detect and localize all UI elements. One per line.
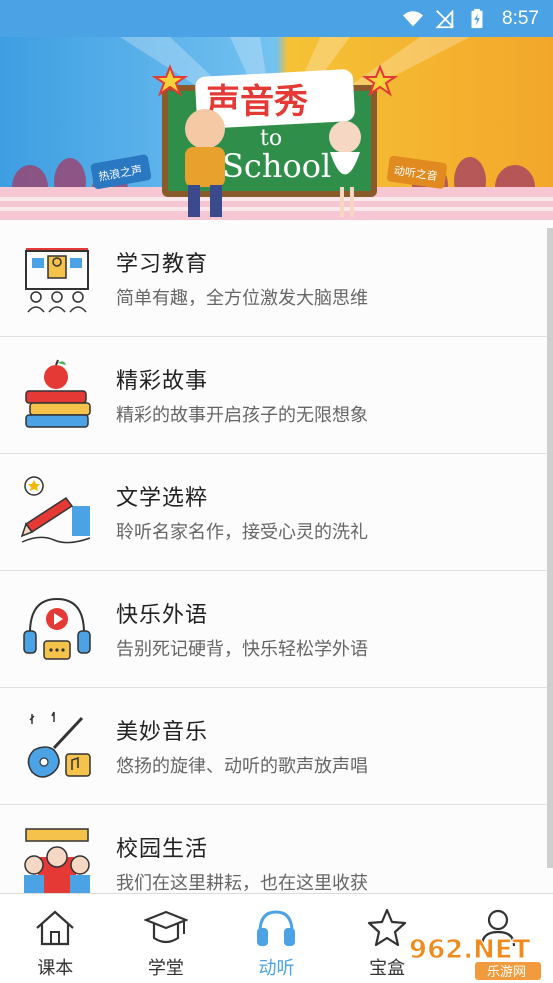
list-item-campus[interactable]: 校园生活 我们在这里耕耘，也在这里收获 [0,805,553,893]
item-subtitle: 聆听名家名作，接受心灵的洗礼 [116,522,368,543]
tab-listen[interactable]: 动听 [221,894,332,983]
house-icon [36,910,75,946]
list-item-music[interactable]: 美妙音乐 悠扬的旋律、动听的歌声放声唱 [0,688,553,805]
svg-text:962.NET: 962.NET [409,935,531,965]
svg-text:乐游网: 乐游网 [487,965,526,980]
books-apple-icon [25,359,91,428]
no-signal-icon [435,8,454,28]
star-icon [367,908,407,947]
banner-title: 声音秀 [206,82,308,122]
item-title: 学习教育 [116,252,209,277]
board-text-school: School [222,147,331,185]
pen-writing-icon [20,476,91,544]
battery-charging-icon [471,8,483,28]
tab-textbook[interactable]: 课本 [0,894,111,983]
headphones-icon [257,910,296,946]
item-title: 文学选粹 [116,486,209,511]
banner-illustration: to School 声音秀 热浪之声 动听之音 [0,37,553,220]
list-item-languages[interactable]: 快乐外语 告别死记硬背，快乐轻松学外语 [0,571,553,688]
status-bar: 8:57 [0,0,553,37]
headphones-play-icon [23,597,91,660]
classroom-icon [25,248,89,313]
tab-school[interactable]: 学堂 [111,894,222,983]
tab-label: 宝盒 [369,958,406,979]
tab-label: 学堂 [147,958,184,979]
graduation-cap-icon [143,910,188,944]
students-icon [24,828,90,893]
tab-label: 动听 [258,958,295,979]
list-item-stories[interactable]: 精彩故事 精彩的故事开启孩子的无限想象 [0,337,553,454]
banner-carousel[interactable]: to School 声音秀 热浪之声 动听之音 [0,37,553,220]
guitar-icon [27,711,91,778]
item-subtitle: 告别死记硬背，快乐轻松学外语 [116,639,368,660]
item-subtitle: 精彩的故事开启孩子的无限想象 [116,405,368,426]
status-time: 8:57 [502,7,539,29]
tab-label: 课本 [37,958,74,979]
item-title: 精彩故事 [116,369,209,394]
category-list: 学习教育 简单有趣，全方位激发大脑思维 精彩故事 精彩的故事开启孩子的无限想象 … [0,220,553,893]
item-title: 校园生活 [116,837,209,862]
item-title: 快乐外语 [116,603,209,628]
wifi-icon [402,10,424,26]
item-subtitle: 简单有趣，全方位激发大脑思维 [116,288,368,309]
site-watermark-logo: 962.NET 乐游网 [409,935,541,980]
list-item-literature[interactable]: 文学选粹 聆听名家名作，接受心灵的洗礼 [0,454,553,571]
list-item-learning[interactable]: 学习教育 简单有趣，全方位激发大脑思维 [0,220,553,337]
item-subtitle: 悠扬的旋律、动听的歌声放声唱 [116,756,368,777]
item-subtitle: 我们在这里耕耘，也在这里收获 [116,873,368,893]
item-title: 美妙音乐 [116,720,209,745]
list-scrollbar[interactable] [547,228,553,868]
